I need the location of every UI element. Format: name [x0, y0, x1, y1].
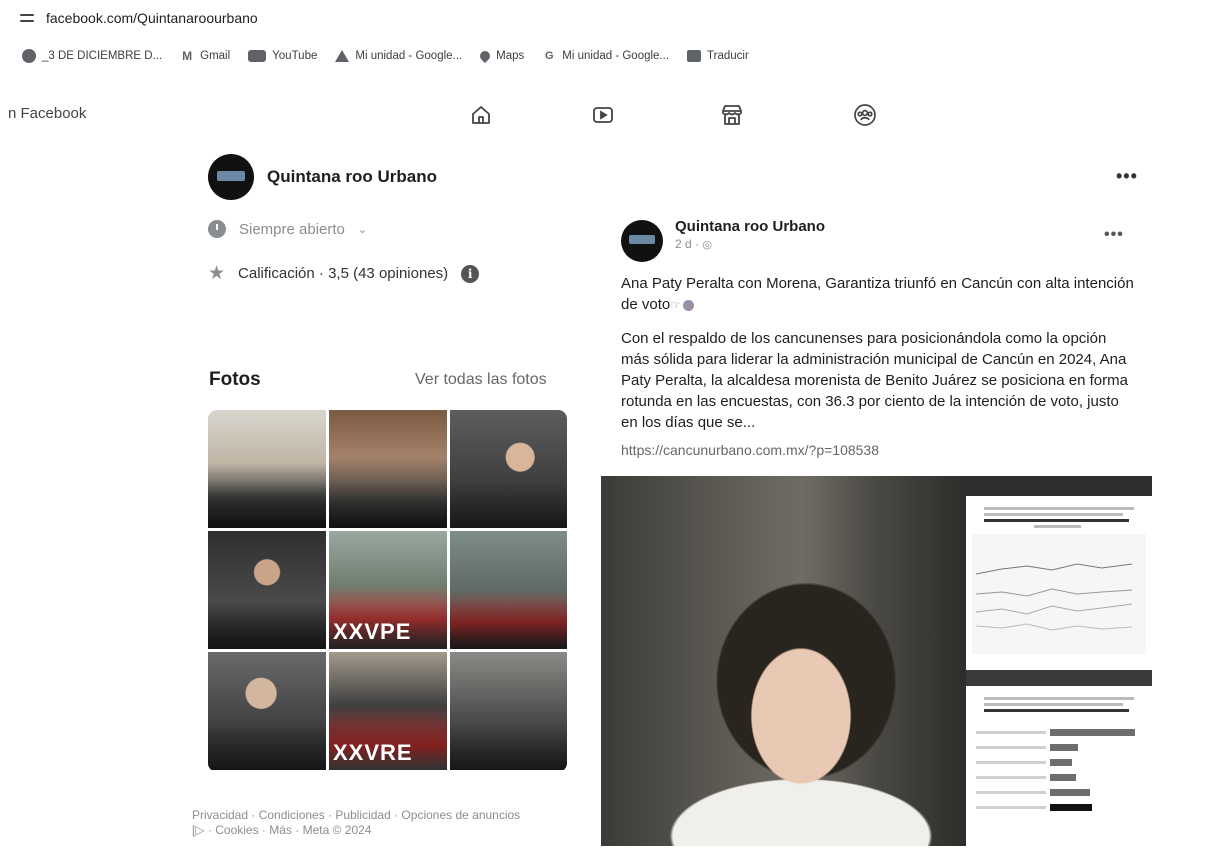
- video-icon[interactable]: [591, 103, 615, 127]
- more-options-icon[interactable]: •••: [1116, 166, 1138, 187]
- youtube-icon: [248, 50, 267, 62]
- google-icon: G: [544, 50, 554, 62]
- photo-thumbnail[interactable]: XXVPE: [329, 531, 447, 649]
- footer-line-2[interactable]: [▷ · Cookies · Más · Meta © 2024: [192, 823, 582, 838]
- rating-row: ★ Calificación · 3,5 (43 opiniones) i: [208, 263, 480, 284]
- clock-icon: [208, 220, 226, 238]
- page-header: Quintana roo Urbano: [208, 154, 437, 200]
- post-header: Quintana roo Urbano 2 d · ◎: [621, 218, 825, 262]
- poll-image-title-lines-2: [966, 686, 1152, 719]
- post-meta: 2 d · ◎: [675, 237, 825, 251]
- photos-title: Fotos: [209, 369, 261, 390]
- bookmark-gmail[interactable]: M Gmail: [180, 49, 230, 63]
- page-avatar[interactable]: [208, 154, 254, 200]
- bookmark-label: Mi unidad - Google...: [562, 50, 670, 62]
- facebook-label[interactable]: n Facebook: [8, 105, 86, 122]
- bookmark-label: Gmail: [200, 50, 231, 62]
- see-all-photos-link[interactable]: Ver todas las fotos: [415, 371, 547, 389]
- star-icon: ★: [208, 263, 226, 284]
- photo-overlay-text: XXVPE: [333, 619, 412, 644]
- site-settings-icon[interactable]: [20, 11, 34, 25]
- photo-thumbnail[interactable]: [450, 410, 567, 528]
- hours-row[interactable]: Siempre abierto ⌄: [208, 220, 367, 238]
- page-name[interactable]: Quintana roo Urbano: [267, 167, 437, 187]
- footer-line-1[interactable]: Privacidad · Condiciones · Publicidad · …: [192, 808, 582, 823]
- post-body: Con el respaldo de los cancunenses para …: [621, 330, 1128, 431]
- bookmark-label: _3 DE DICIEMBRE D...: [42, 50, 163, 62]
- hours-text: Siempre abierto: [239, 220, 345, 238]
- bookmark-diciembre[interactable]: _3 DE DICIEMBRE D...: [22, 49, 162, 63]
- photo-thumbnail[interactable]: [450, 652, 567, 770]
- photo-overlay-text: XXVRE: [333, 740, 413, 765]
- poll-image-title-lines: [966, 496, 1152, 532]
- photo-thumbnail[interactable]: [208, 410, 326, 528]
- marketplace-icon[interactable]: [720, 103, 744, 127]
- post-link[interactable]: https://cancunurbano.com.mx/?p=108538: [621, 442, 879, 458]
- poll-line-chart: [972, 534, 1146, 654]
- photo-thumbnail[interactable]: [208, 652, 326, 770]
- post-more-options-icon[interactable]: •••: [1104, 226, 1124, 244]
- groups-icon[interactable]: [853, 103, 877, 127]
- post-author-avatar[interactable]: [621, 220, 663, 262]
- bookmark-traducir[interactable]: Traducir: [687, 50, 749, 62]
- poll-image-header-2: [966, 670, 1152, 686]
- bookmarks-bar: _3 DE DICIEMBRE D... M Gmail YouTube Mi …: [0, 44, 749, 68]
- bookmark-drive[interactable]: Mi unidad - Google...: [335, 50, 462, 62]
- facebook-top-nav: n Facebook: [0, 96, 1208, 136]
- globe-icon: [22, 49, 36, 63]
- home-icon[interactable]: [469, 103, 493, 127]
- gmail-icon: M: [182, 49, 193, 63]
- post-poll-image[interactable]: [966, 476, 1152, 846]
- photo-thumbnail[interactable]: [208, 531, 326, 649]
- bookmark-maps[interactable]: Maps: [478, 48, 525, 64]
- poll-image-header: [966, 476, 1152, 496]
- maps-icon: [478, 48, 493, 64]
- drive-icon: [335, 50, 350, 62]
- bookmark-youtube[interactable]: YouTube: [248, 50, 317, 62]
- bookmark-label: Mi unidad - Google...: [355, 50, 463, 62]
- pointing-hand-icon: ☞: [670, 298, 681, 312]
- post-headline-text: Ana Paty Peralta con Morena, Garantiza t…: [621, 275, 1134, 313]
- footer-links: Privacidad · Condiciones · Publicidad · …: [192, 808, 582, 838]
- url-text[interactable]: facebook.com/Quintanaroourbano: [46, 10, 258, 26]
- photo-thumbnail[interactable]: [329, 410, 447, 528]
- bookmark-label: Maps: [496, 50, 525, 62]
- post-headline: Ana Paty Peralta con Morena, Garantiza t…: [621, 273, 1136, 316]
- post-photo[interactable]: [601, 476, 966, 846]
- photo-grid: XXVPE XXVRE: [208, 410, 567, 772]
- emoji-icon: [682, 299, 694, 311]
- chevron-down-icon[interactable]: ⌄: [358, 223, 367, 236]
- poll-bar-chart: [966, 719, 1152, 821]
- photo-thumbnail[interactable]: XXVRE: [329, 652, 447, 770]
- post-timestamp[interactable]: 2 d ·: [675, 237, 699, 251]
- translate-icon: [687, 50, 702, 62]
- photo-thumbnail[interactable]: [450, 531, 567, 649]
- bookmark-label: YouTube: [272, 50, 318, 62]
- info-icon[interactable]: i: [461, 264, 480, 283]
- address-bar[interactable]: facebook.com/Quintanaroourbano: [0, 0, 1208, 36]
- post-author-name[interactable]: Quintana roo Urbano: [675, 218, 825, 235]
- globe-icon: ◎: [702, 239, 712, 251]
- bookmark-label: Traducir: [707, 50, 749, 62]
- rating-text: Calificación · 3,5 (43 opiniones): [238, 265, 449, 282]
- bookmark-drive-2[interactable]: G Mi unidad - Google...: [542, 49, 669, 63]
